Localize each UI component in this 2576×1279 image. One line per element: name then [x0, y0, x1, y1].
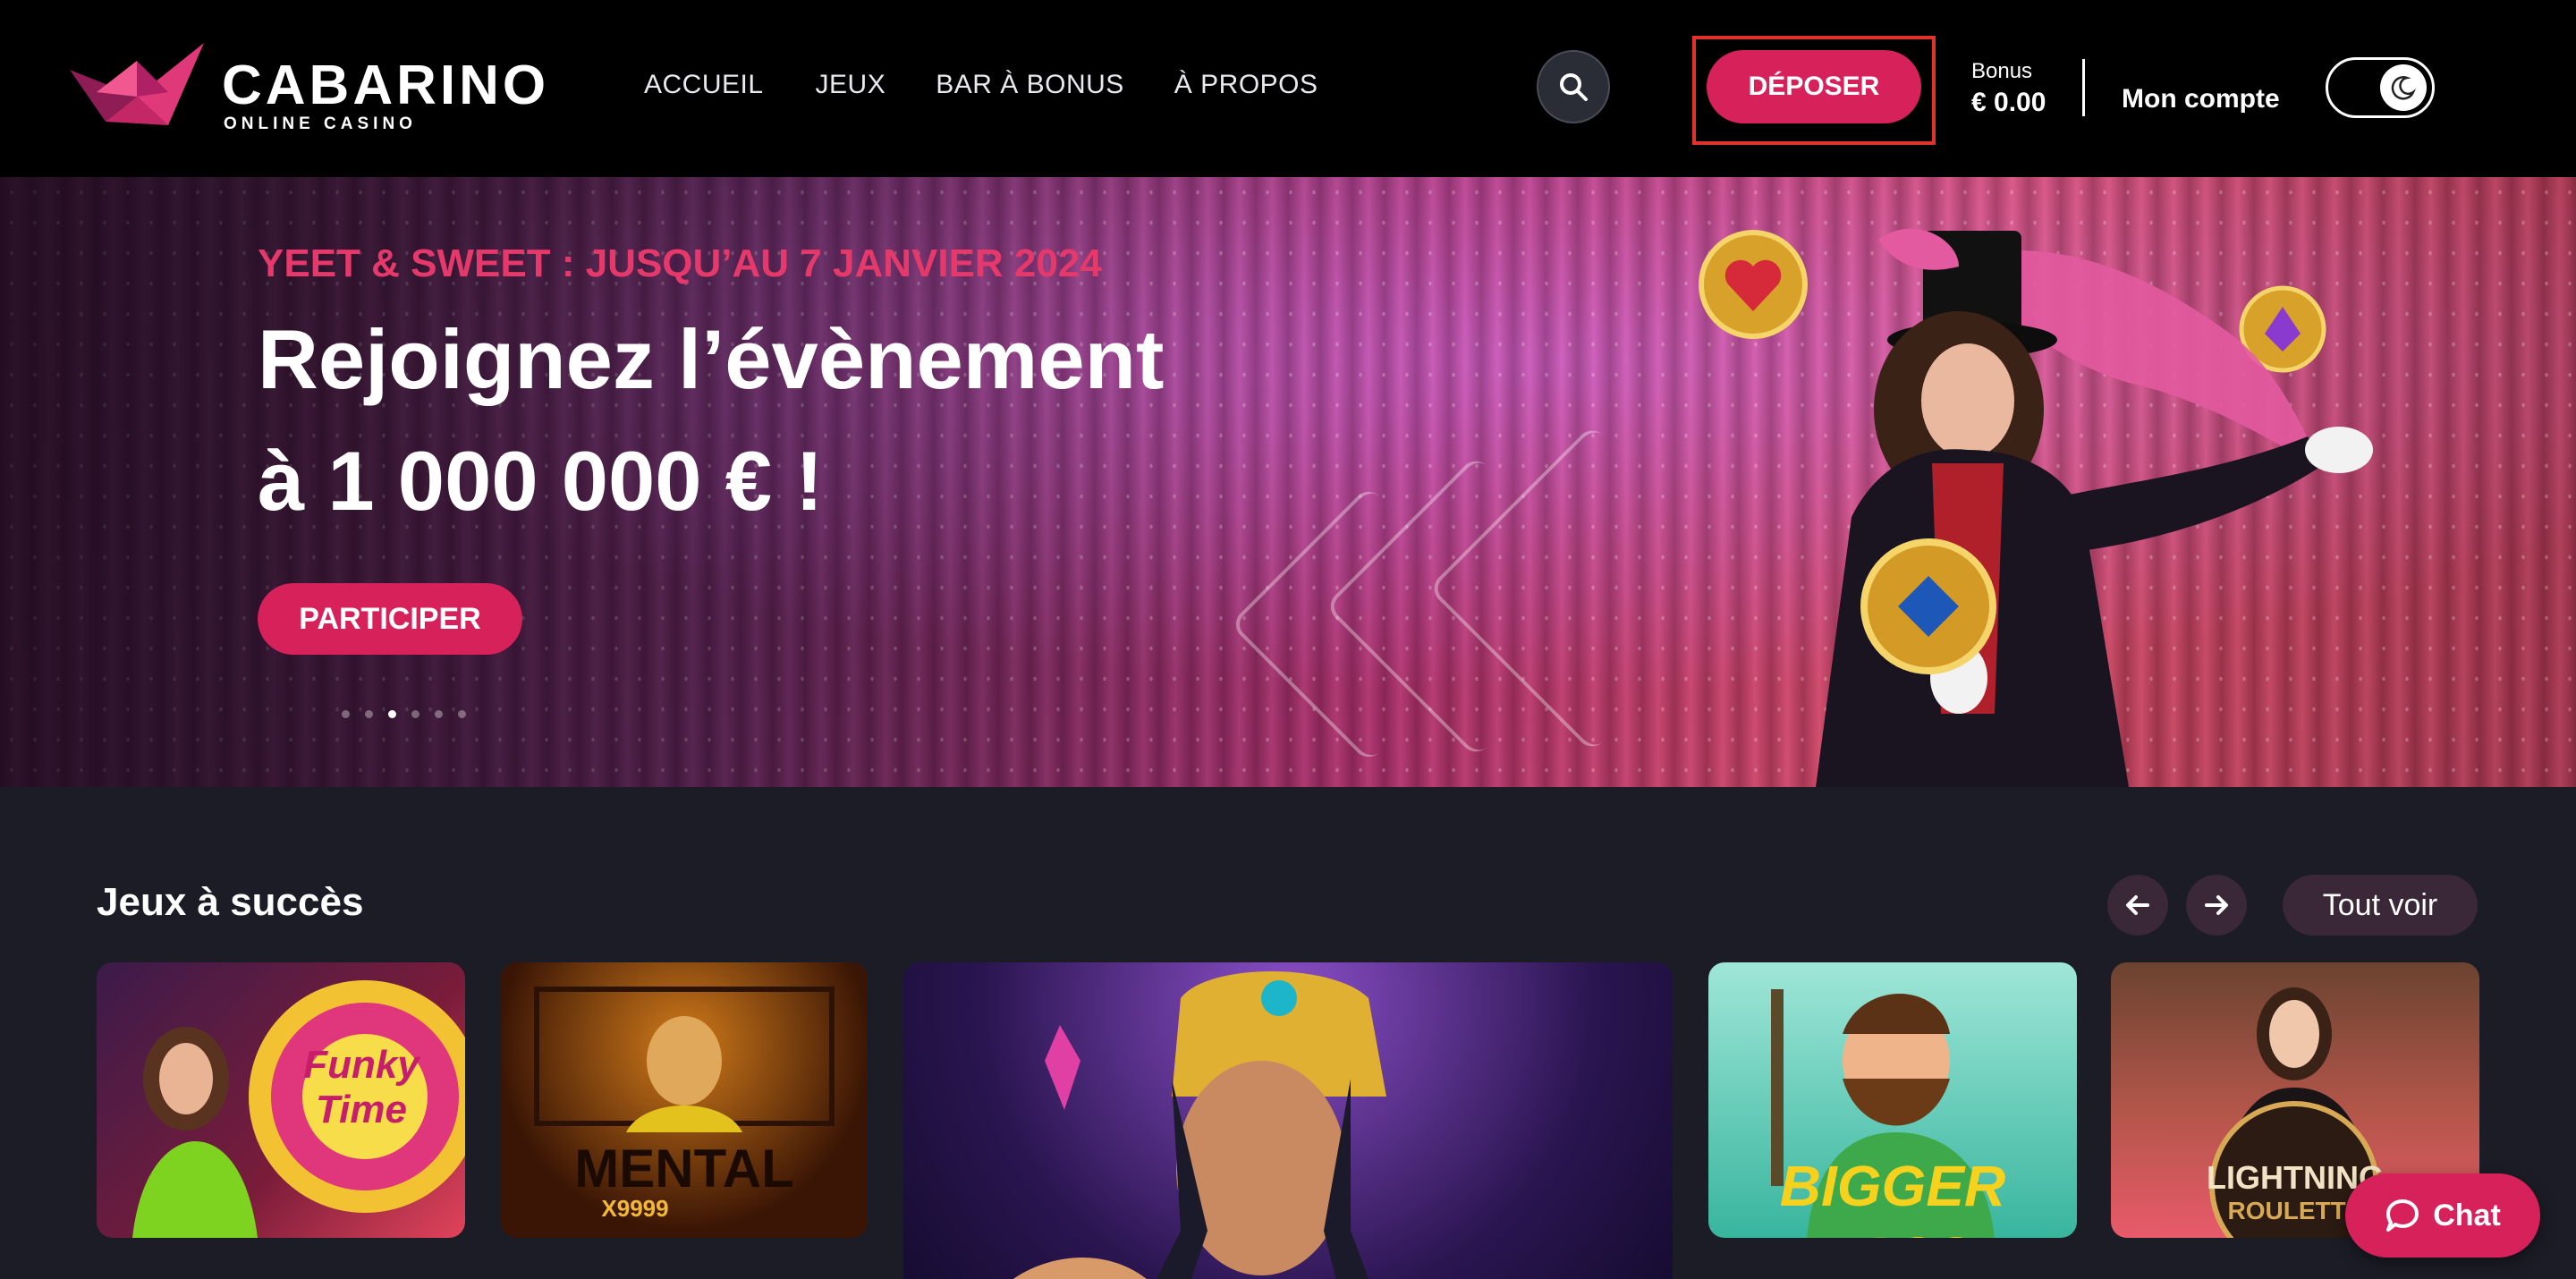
carousel-next-button[interactable]: [2186, 875, 2247, 936]
crown-logo-icon: [70, 43, 204, 125]
brand-logo[interactable]: CABARINO ONLINE CASINO: [70, 43, 546, 136]
carousel-dot[interactable]: [435, 710, 443, 718]
main-nav: ACCUEIL JEUX BAR À BONUS À PROPOS: [644, 70, 1318, 100]
deposit-button[interactable]: DÉPOSER: [1707, 50, 1921, 123]
participate-button[interactable]: PARTICIPER: [258, 583, 522, 655]
theme-toggle[interactable]: [2326, 57, 2435, 118]
nav-item-bar-a-bonus[interactable]: BAR À BONUS: [936, 70, 1124, 100]
arrow-left-icon: [2126, 895, 2149, 915]
hero-promo-tag: YEET & SWEET : JUSQU’AU 7 JANVIER 2024: [258, 241, 1102, 285]
carousel-dot[interactable]: [411, 710, 419, 718]
see-all-button[interactable]: Tout voir: [2283, 875, 2478, 936]
bonus-balance[interactable]: Bonus € 0.00: [1971, 59, 2046, 118]
search-icon: [1560, 73, 1588, 101]
bonus-label: Bonus: [1971, 59, 2033, 83]
site-header: CABARINO ONLINE CASINO ACCUEIL JEUX BAR …: [0, 0, 2576, 177]
game-tile-bigger-bass[interactable]: BIGGER BASS: [1708, 962, 2077, 1238]
chat-bubble-icon: [2386, 1199, 2419, 1232]
game-title: BIGGER BASS: [1779, 1154, 2006, 1238]
featured-game-art: [1013, 971, 1386, 1279]
carousel-dot-active[interactable]: [388, 710, 396, 718]
carousel-dot[interactable]: [458, 710, 466, 718]
game-title: Funky Time: [303, 1043, 419, 1131]
game-subtitle: X9999: [601, 1195, 669, 1222]
carousel-dots: [342, 710, 466, 718]
theme-toggle-knob: [2380, 64, 2427, 111]
header-divider: [2082, 59, 2085, 116]
search-button[interactable]: [1537, 50, 1610, 123]
carousel-dot[interactable]: [342, 710, 350, 718]
bonus-value: € 0.00: [1971, 88, 2046, 117]
arrow-right-icon: [2205, 895, 2228, 915]
game-tile-featured[interactable]: [903, 962, 1673, 1279]
nav-item-jeux[interactable]: JEUX: [816, 70, 886, 100]
hero-title: Rejoignez l’évènement à 1 000 000 € !: [258, 299, 1241, 542]
hero-title-line-1: Rejoignez l’évènement: [258, 312, 1165, 406]
carousel-dot[interactable]: [365, 710, 373, 718]
section-title-hit-games: Jeux à succès: [97, 880, 364, 924]
game-title: MENTAL: [574, 1139, 794, 1199]
hero-title-line-2: à 1 000 000 € !: [258, 434, 824, 528]
carousel-prev-button[interactable]: [2107, 875, 2168, 936]
game-tile-funky-time[interactable]: Funky Time: [97, 962, 465, 1238]
chat-label: Chat: [2433, 1198, 2501, 1232]
brand-tagline: ONLINE CASINO: [224, 114, 417, 133]
nav-item-accueil[interactable]: ACCUEIL: [644, 70, 764, 100]
magician-illustration: [1699, 228, 2373, 787]
account-link[interactable]: Mon compte: [2122, 84, 2280, 114]
moon-icon: [2391, 76, 2417, 100]
nav-item-a-propos[interactable]: À PROPOS: [1174, 70, 1318, 100]
game-tile-mental[interactable]: MENTAL X9999: [501, 962, 868, 1238]
chat-button[interactable]: Chat: [2345, 1173, 2540, 1258]
brand-name: CABARINO: [222, 55, 550, 116]
